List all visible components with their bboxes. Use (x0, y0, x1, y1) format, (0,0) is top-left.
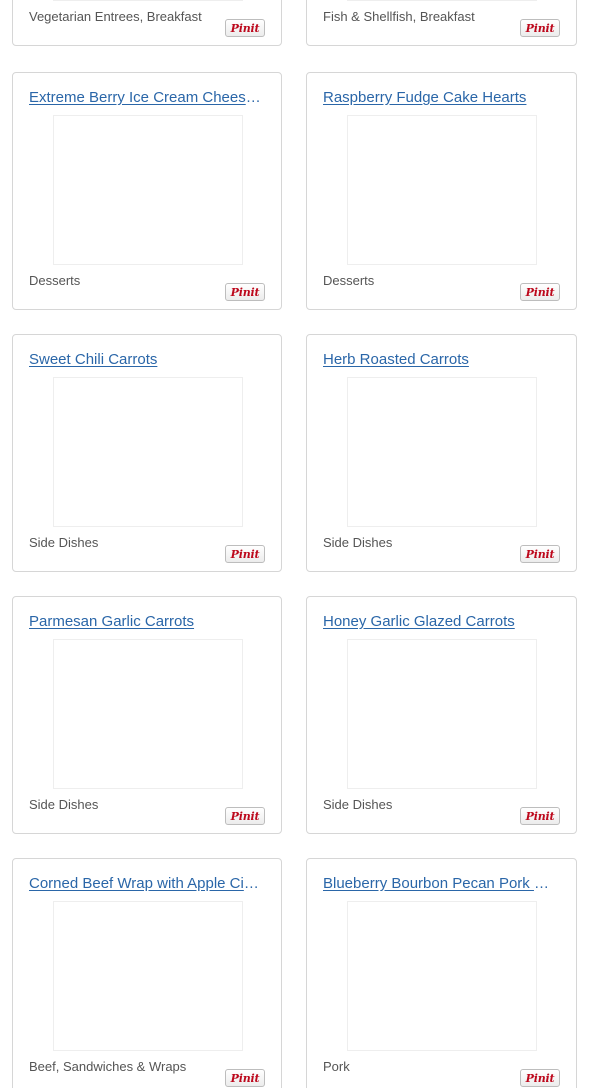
recipe-title-link[interactable]: Honey Garlic Glazed Carrots (323, 613, 557, 631)
recipe-card: Vegetarian Entrees, Breakfast Pinit (12, 0, 282, 46)
recipe-image[interactable] (347, 0, 537, 1)
recipe-category: Side Dishes (29, 535, 99, 550)
recipe-card: Honey Garlic Glazed Carrots Side Dishes … (306, 596, 577, 834)
recipe-category: Side Dishes (323, 535, 393, 550)
pinit-button[interactable]: Pinit (225, 1069, 265, 1087)
pinit-button[interactable]: Pinit (225, 19, 265, 37)
pinit-button[interactable]: Pinit (520, 807, 560, 825)
recipe-category: Pork (323, 1059, 350, 1074)
pinit-button[interactable]: Pinit (225, 283, 265, 301)
pinit-button[interactable]: Pinit (520, 545, 560, 563)
recipe-category: Fish & Shellfish, Breakfast (323, 9, 475, 24)
pinit-label: Pinit (525, 1071, 555, 1085)
pinit-label: Pinit (230, 547, 260, 561)
pinit-label: Pinit (525, 809, 555, 823)
recipe-title-link[interactable]: Extreme Berry Ice Cream Cheesecake (29, 89, 263, 107)
recipe-image[interactable] (347, 377, 537, 527)
recipe-card: Blueberry Bourbon Pecan Pork Chops Pork … (306, 858, 577, 1088)
recipe-title-link[interactable]: Parmesan Garlic Carrots (29, 613, 263, 631)
recipe-category: Beef, Sandwiches & Wraps (29, 1059, 187, 1074)
recipe-category: Vegetarian Entrees, Breakfast (29, 9, 202, 24)
recipe-card: Corned Beef Wrap with Apple Cider Slaw B… (12, 858, 282, 1088)
recipe-grid: Vegetarian Entrees, Breakfast Pinit Fish… (0, 0, 605, 1088)
pinit-button[interactable]: Pinit (225, 807, 265, 825)
recipe-title-link[interactable]: Sweet Chili Carrots (29, 351, 263, 369)
pinit-label: Pinit (230, 1071, 260, 1085)
pinit-button[interactable]: Pinit (520, 1069, 560, 1087)
pinit-label: Pinit (525, 21, 555, 35)
recipe-title-link[interactable]: Blueberry Bourbon Pecan Pork Chops (323, 875, 557, 893)
recipe-image[interactable] (347, 115, 537, 265)
recipe-card: Fish & Shellfish, Breakfast Pinit (306, 0, 577, 46)
recipe-image[interactable] (53, 115, 243, 265)
recipe-card: Sweet Chili Carrots Side Dishes Pinit (12, 334, 282, 572)
recipe-image[interactable] (53, 0, 243, 1)
recipe-title-link[interactable]: Corned Beef Wrap with Apple Cider Slaw (29, 875, 263, 893)
recipe-image[interactable] (347, 639, 537, 789)
pinit-label: Pinit (230, 21, 260, 35)
recipe-category: Side Dishes (323, 797, 393, 812)
recipe-card: Herb Roasted Carrots Side Dishes Pinit (306, 334, 577, 572)
recipe-image[interactable] (53, 901, 243, 1051)
pinit-button[interactable]: Pinit (520, 19, 560, 37)
recipe-category: Side Dishes (29, 797, 99, 812)
pinit-label: Pinit (230, 809, 260, 823)
pinit-label: Pinit (525, 285, 555, 299)
recipe-image[interactable] (53, 377, 243, 527)
pinit-button[interactable]: Pinit (225, 545, 265, 563)
recipe-category: Desserts (323, 273, 375, 288)
recipe-card: Parmesan Garlic Carrots Side Dishes Pini… (12, 596, 282, 834)
recipe-image[interactable] (53, 639, 243, 789)
recipe-title-link[interactable]: Raspberry Fudge Cake Hearts (323, 89, 557, 107)
recipe-image[interactable] (347, 901, 537, 1051)
pinit-label: Pinit (230, 285, 260, 299)
recipe-card: Raspberry Fudge Cake Hearts Desserts Pin… (306, 72, 577, 310)
recipe-category: Desserts (29, 273, 81, 288)
recipe-title-link[interactable]: Herb Roasted Carrots (323, 351, 557, 369)
recipe-card: Extreme Berry Ice Cream Cheesecake Desse… (12, 72, 282, 310)
pinit-button[interactable]: Pinit (520, 283, 560, 301)
pinit-label: Pinit (525, 547, 555, 561)
